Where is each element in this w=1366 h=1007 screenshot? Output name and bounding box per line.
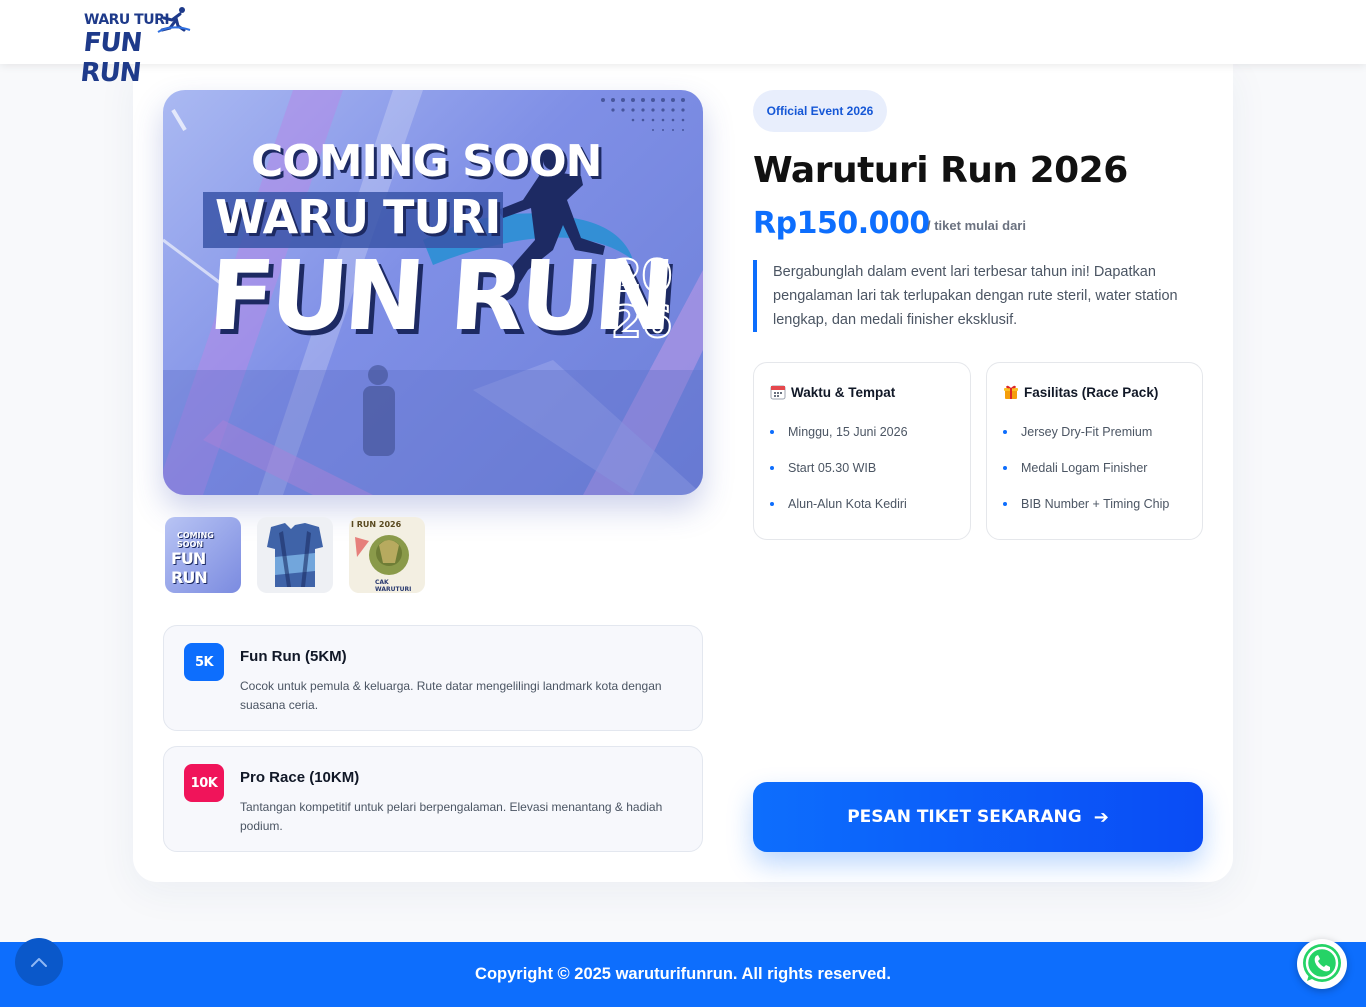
thumbnail-poster-main: FUN RUN: [171, 549, 208, 587]
arrow-right-icon: ➔: [1093, 806, 1109, 828]
poster-year-top: 20: [610, 251, 673, 302]
back-to-top-button[interactable]: [15, 938, 63, 986]
order-ticket-button[interactable]: PESAN TIKET SEKARANG ➔: [753, 782, 1203, 852]
price-note: / tiket mulai dari: [927, 218, 1026, 233]
category-badge-5k: 5K: [184, 643, 224, 681]
gift-icon: [1004, 385, 1018, 399]
info-item-jersey: Jersey Dry-Fit Premium: [1003, 423, 1169, 459]
official-event-badge: Official Event 2026: [753, 90, 887, 132]
site-header: WARU TURI FUN RUN: [0, 0, 1366, 88]
info-item-date: Minggu, 15 Juni 2026: [770, 423, 908, 459]
thumbnail-medal-top: I RUN 2026: [351, 520, 402, 529]
info-card-title: Waktu & Tempat: [791, 384, 896, 400]
category-description: Cocok untuk pemula & keluarga. Rute data…: [240, 679, 662, 712]
poster-year-bottom: 26: [610, 297, 673, 348]
chevron-up-icon: [31, 958, 47, 967]
info-item-bib: BIB Number + Timing Chip: [1003, 495, 1169, 531]
info-list: Minggu, 15 Juni 2026 Start 05.30 WIB Alu…: [770, 423, 908, 531]
info-item-start: Start 05.30 WIB: [770, 459, 908, 495]
info-item-medal: Medali Logam Finisher: [1003, 459, 1169, 495]
thumbnail-poster-top: COMING SOON: [177, 531, 214, 549]
event-title: Waruturi Run 2026: [753, 150, 1128, 191]
category-description: Tantangan kompetitif untuk pelari berpen…: [240, 800, 663, 833]
info-card-schedule: Waktu & Tempat Minggu, 15 Juni 2026 Star…: [753, 362, 971, 540]
poster-year: 20 26: [610, 251, 673, 348]
category-fun-run[interactable]: 5K Fun Run (5KM) Cocok untuk pemula & ke…: [163, 625, 703, 731]
whatsapp-icon: [1303, 944, 1341, 982]
thumbnail-medal-bottom: CAK WARUTURI: [375, 579, 412, 593]
thumbnail-medal[interactable]: I RUN 2026 CAK WARUTURI: [349, 517, 425, 593]
info-card-facilities: Fasilitas (Race Pack) Jersey Dry-Fit Pre…: [986, 362, 1203, 540]
info-list: Jersey Dry-Fit Premium Medali Logam Fini…: [1003, 423, 1169, 531]
info-card-header: Waktu & Tempat: [770, 384, 895, 400]
site-logo[interactable]: WARU TURI FUN RUN: [79, 6, 194, 88]
category-badge-10k: 10K: [184, 764, 224, 802]
ticket-price: Rp150.000: [753, 206, 930, 241]
thumbnail-poster[interactable]: COMING SOON FUN RUN: [165, 517, 241, 593]
poster-fun-run: FUN RUN: [205, 240, 675, 352]
category-pro-race[interactable]: 10K Pro Race (10KM) Tantangan kompetitif…: [163, 746, 703, 852]
order-ticket-label: PESAN TIKET SEKARANG: [847, 807, 1082, 827]
event-description: Bergabunglah dalam event lari terbesar t…: [753, 260, 1203, 332]
site-footer: Copyright © 2025 waruturifunrun. All rig…: [0, 942, 1366, 1007]
jersey-image: [267, 523, 323, 587]
poster-waru-turi: WARU TURI: [215, 190, 501, 244]
event-poster: COMING SOON WARU TURI FUN RUN 20 26: [163, 90, 703, 495]
category-title: Pro Race (10KM): [240, 769, 360, 786]
runner-icon: [157, 7, 191, 33]
poster-coming-soon: COMING SOON: [251, 136, 602, 187]
info-card-title: Fasilitas (Race Pack): [1024, 384, 1159, 400]
thumbnail-jersey[interactable]: [257, 517, 333, 593]
copyright-text: Copyright © 2025 waruturifunrun. All rig…: [475, 965, 891, 983]
logo-line2: FUN RUN: [78, 28, 143, 88]
info-item-location: Alun-Alun Kota Kediri: [770, 495, 908, 531]
calendar-icon: [770, 385, 786, 400]
whatsapp-button[interactable]: [1297, 939, 1347, 989]
info-card-header: Fasilitas (Race Pack): [1003, 384, 1158, 400]
category-title: Fun Run (5KM): [240, 648, 347, 665]
